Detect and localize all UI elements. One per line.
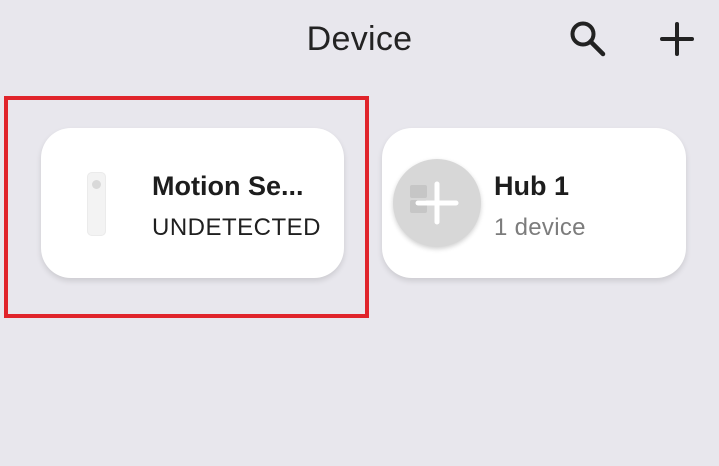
device-card-hub[interactable]: Hub 1 1 device <box>382 128 686 278</box>
device-count: 1 device <box>494 214 586 241</box>
app-header: Device <box>0 0 719 80</box>
page-title: Device <box>306 20 413 58</box>
device-card-motion-sensor[interactable]: Motion Se... UNDETECTED <box>41 128 344 278</box>
device-name: Motion Se... <box>152 171 304 201</box>
device-name: Hub 1 <box>494 171 570 201</box>
sensor-indicator-dot <box>92 180 101 189</box>
device-status: UNDETECTED <box>152 214 322 241</box>
hub-icon <box>393 159 481 247</box>
hub-plus-icon <box>410 181 459 225</box>
motion-sensor-icon <box>87 172 106 236</box>
search-button[interactable] <box>567 18 609 60</box>
search-icon <box>570 21 606 57</box>
add-device-button[interactable] <box>656 18 698 60</box>
plus-icon <box>660 22 694 56</box>
